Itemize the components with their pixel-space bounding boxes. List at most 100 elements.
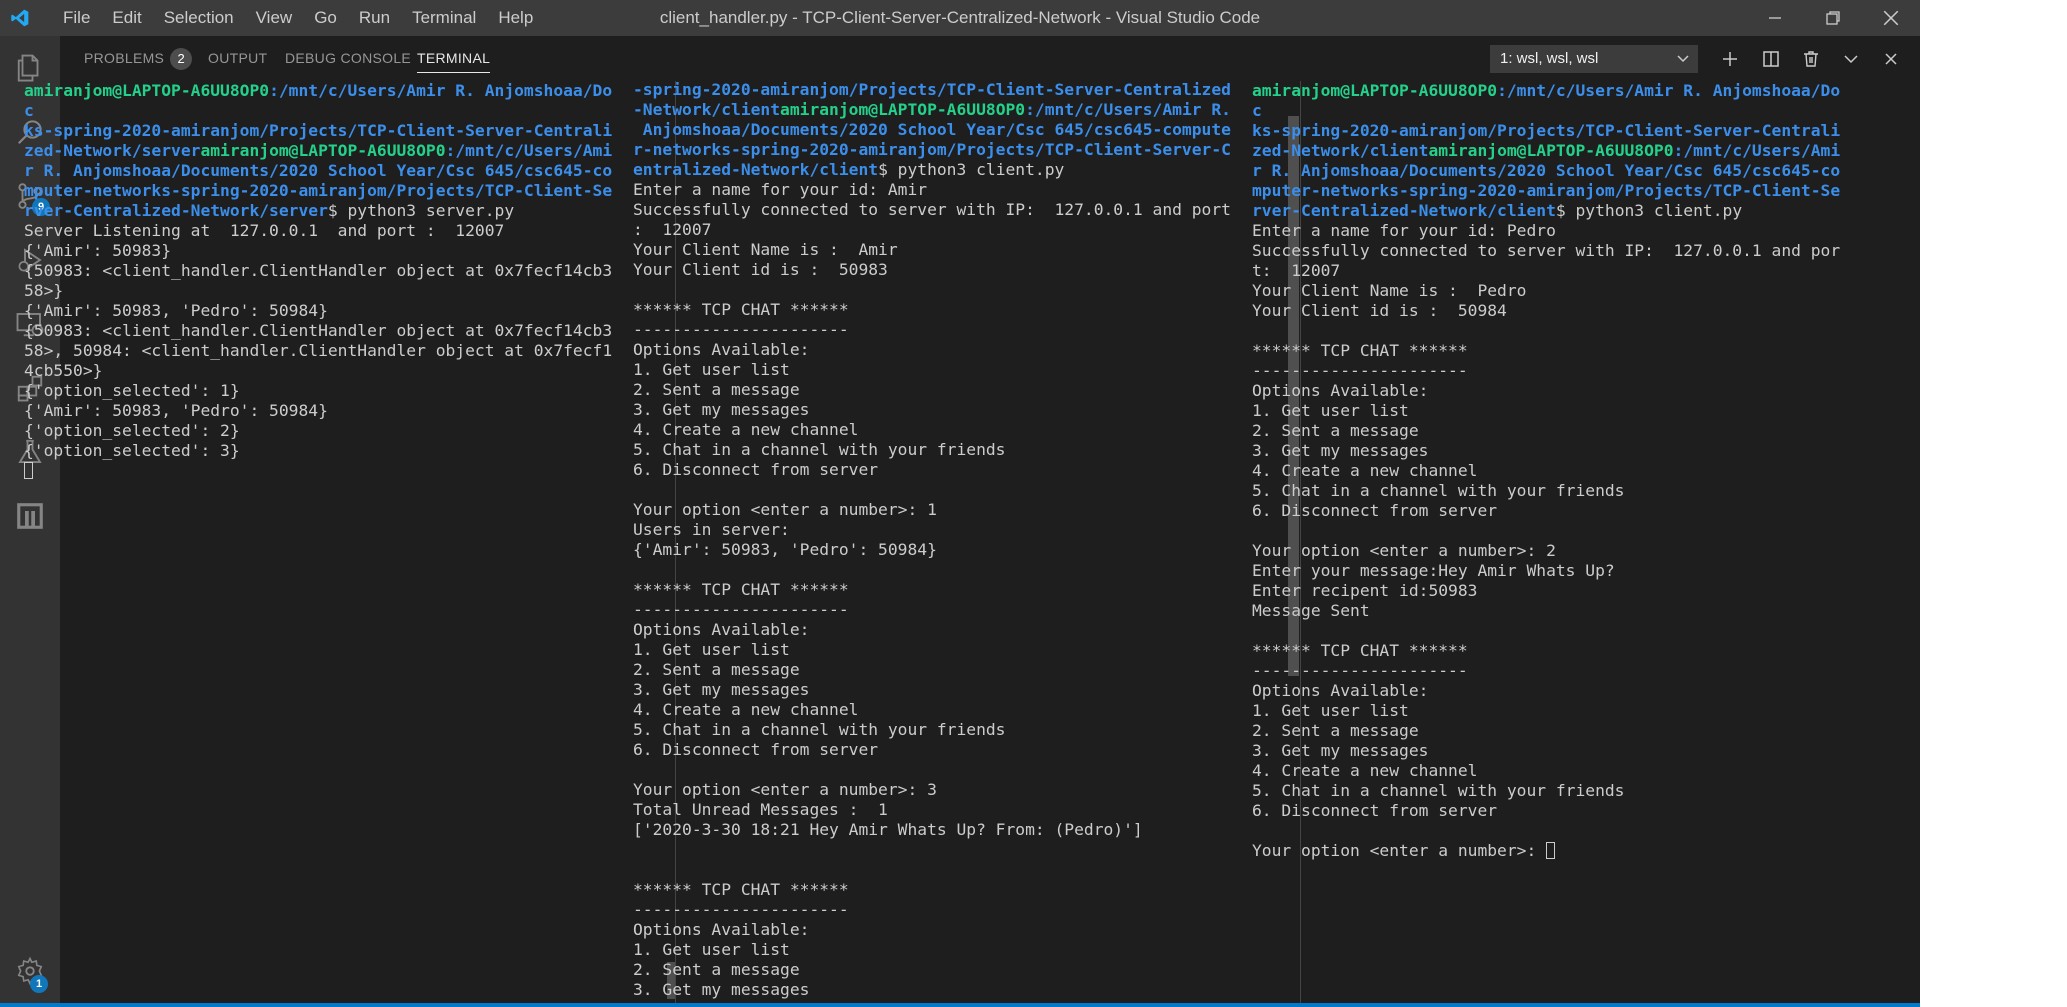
menu-file[interactable]: File [52, 0, 101, 36]
menu-edit[interactable]: Edit [101, 0, 152, 36]
terminal-line: 5. Chat in a channel with your friends [633, 440, 1253, 460]
minimize-icon [1769, 17, 1781, 19]
terminal-line: {50983: <client_handler.ClientHandler ob… [24, 261, 624, 281]
terminal-line: 6. Disconnect from server [1252, 801, 1852, 821]
terminal-line: Message Sent [1252, 601, 1852, 621]
terminal-text: 5. Chat in a channel with your friends [1252, 781, 1625, 800]
terminal-text: {50983: <client_handler.ClientHandler ob… [24, 261, 613, 280]
terminal-line: amiranjom@LAPTOP-A6UU8OP0:/mnt/c/Users/A… [1252, 81, 1852, 101]
terminal-line: 6. Disconnect from server [1252, 501, 1852, 521]
menu-go[interactable]: Go [303, 0, 348, 36]
close-icon [1883, 10, 1899, 26]
terminal-line: {'Amir': 50983} [24, 241, 624, 261]
terminal-client-amir[interactable]: -spring-2020-amiranjom/Projects/TCP-Clie… [633, 80, 1253, 1002]
terminal-line: rver-Centralized-Network/client$ python3… [1252, 201, 1852, 221]
tab-output[interactable]: OUTPUT [208, 36, 267, 81]
tab-problems[interactable]: PROBLEMS 2 [84, 36, 193, 81]
menu-selection[interactable]: Selection [153, 0, 245, 36]
close-window-button[interactable] [1862, 0, 1920, 36]
terminal-text: 2. Sent a message [633, 380, 800, 399]
terminal-text: 1. Get user list [1252, 701, 1409, 720]
terminal-text: 3. Get my messages [633, 680, 810, 699]
terminal-text: 2. Sent a message [633, 960, 800, 979]
menu-view[interactable]: View [245, 0, 304, 36]
terminal-text: Enter a name for your id: Amir [633, 180, 928, 199]
terminal-text: rver-Centralized-Network/server [24, 201, 328, 220]
terminal-text: ---------------------- [1252, 661, 1468, 680]
terminal-line: 1. Get user list [1252, 401, 1852, 421]
new-terminal-button[interactable] [1715, 44, 1745, 74]
terminal-text: :/mnt/c/Users/Amir R. Anjomshoaa/Do [1497, 81, 1841, 100]
terminal-line: Options Available: [1252, 681, 1852, 701]
terminal-line: {'Amir': 50983, 'Pedro': 50984} [24, 401, 624, 421]
terminal-line: 1. Get user list [633, 940, 1253, 960]
terminal-text: 6. Disconnect from server [633, 460, 879, 479]
terminal-line: Anjomshoaa/Documents/2020 School Year/Cs… [633, 120, 1253, 140]
terminal-text: 2. Sent a message [1252, 721, 1419, 740]
terminal-client-pedro[interactable]: amiranjom@LAPTOP-A6UU8OP0:/mnt/c/Users/A… [1252, 81, 1852, 1003]
terminal-text: 6. Disconnect from server [1252, 501, 1498, 520]
terminal-line: Successfully connected to server with IP… [1252, 241, 1852, 261]
terminal-text: ****** TCP CHAT ****** [633, 300, 849, 319]
terminal-line: 3. Get my messages [633, 400, 1253, 420]
terminal-line: Options Available: [633, 340, 1253, 360]
terminal-select[interactable]: 1: wsl, wsl, wsl [1490, 45, 1698, 73]
terminal-line: mputer-networks-spring-2020-amiranjom/Pr… [1252, 181, 1852, 201]
terminal-line: r R. Anjomshoaa/Documents/2020 School Ye… [1252, 161, 1852, 181]
terminal-line: ---------------------- [633, 320, 1253, 340]
menu-terminal[interactable]: Terminal [401, 0, 487, 36]
problems-count-badge: 2 [170, 48, 193, 70]
terminal-text: ---------------------- [633, 900, 849, 919]
maximize-panel-button[interactable] [1836, 44, 1866, 74]
split-terminal-button[interactable] [1756, 44, 1786, 74]
terminal-text: ---------------------- [633, 600, 849, 619]
terminal-text: Your Client id is : 50984 [1252, 301, 1507, 320]
menu-run[interactable]: Run [348, 0, 401, 36]
terminal-text: 5. Chat in a channel with your friends [1252, 481, 1625, 500]
terminal-text: Message Sent [1252, 601, 1370, 620]
terminal-server[interactable]: amiranjom@LAPTOP-A6UU8OP0:/mnt/c/Users/A… [24, 81, 624, 1003]
terminal-text: Options Available: [1252, 681, 1429, 700]
terminal-text: 3. Get my messages [1252, 441, 1429, 460]
terminal-line: : 12007 [633, 220, 1253, 240]
terminal-line: 5. Chat in a channel with your friends [633, 720, 1253, 740]
terminal-text: c [1252, 101, 1262, 120]
restore-button[interactable] [1804, 0, 1862, 36]
terminal-line: 5. Chat in a channel with your friends [1252, 781, 1852, 801]
terminal-text: Your option <enter a number>: 3 [633, 780, 937, 799]
chevron-down-icon [1844, 55, 1858, 64]
terminal-line: entralized-Network/client$ python3 clien… [633, 160, 1253, 180]
terminal-text: ['2020-3-30 18:21 Hey Amir Whats Up? Fro… [633, 820, 1143, 839]
terminal-cursor [24, 462, 33, 479]
close-panel-button[interactable] [1876, 44, 1906, 74]
terminal-line: t: 12007 [1252, 261, 1852, 281]
terminal-text: t: 12007 [1252, 261, 1341, 280]
terminal-line: Your option <enter a number>: 1 [633, 500, 1253, 520]
kill-terminal-button[interactable] [1796, 44, 1826, 74]
tab-terminal[interactable]: TERMINAL [417, 36, 491, 81]
terminal-line: Successfully connected to server with IP… [633, 200, 1253, 220]
terminal-text: 4. Create a new channel [1252, 461, 1478, 480]
minimize-button[interactable] [1746, 0, 1804, 36]
terminal-text: r R. Anjomshoaa/Documents/2020 School Ye… [1252, 161, 1841, 180]
terminal-text: :/mnt/c/Users/Ami [1673, 141, 1841, 160]
menu-help[interactable]: Help [487, 0, 544, 36]
tab-debug-console[interactable]: DEBUG CONSOLE [285, 36, 411, 81]
terminal-line: ---------------------- [1252, 361, 1852, 381]
terminal-line: Your option <enter a number>: [1252, 841, 1852, 861]
terminal-line: 1. Get user list [1252, 701, 1852, 721]
terminal-text: 58>} [24, 281, 64, 300]
terminal-text: 2. Sent a message [633, 660, 800, 679]
terminal-text: 2. Sent a message [1252, 421, 1419, 440]
terminal-text: ****** TCP CHAT ****** [1252, 641, 1468, 660]
terminal-text: 4. Create a new channel [633, 700, 859, 719]
terminal-text: Enter your message:Hey Amir Whats Up? [1252, 561, 1615, 580]
terminal-text: Your Client Name is : Amir [633, 240, 898, 259]
terminal-text: ****** TCP CHAT ****** [1252, 341, 1468, 360]
terminal-text: amiranjom@LAPTOP-A6UU8OP0 [1252, 81, 1498, 100]
terminal-line: ---------------------- [633, 900, 1253, 920]
